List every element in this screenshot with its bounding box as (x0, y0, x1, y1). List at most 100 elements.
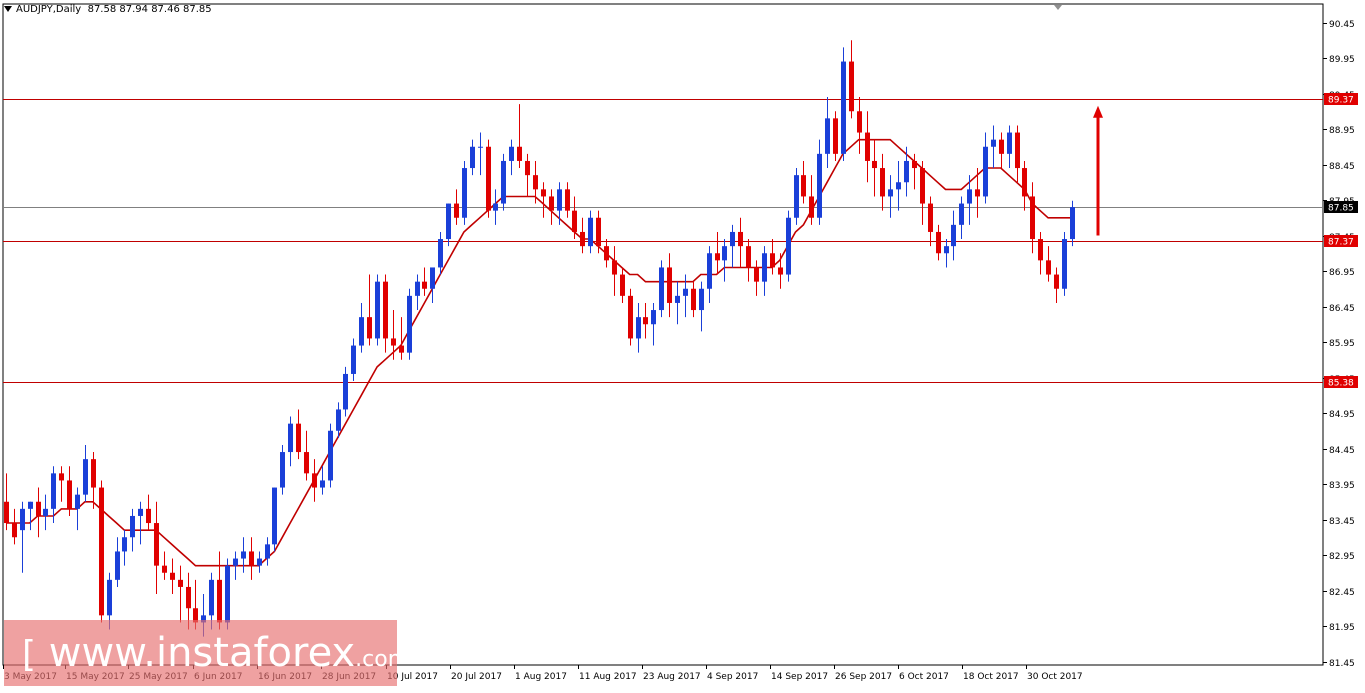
candle-body (896, 182, 901, 190)
candle-body (83, 459, 88, 495)
symbol-label: AUDJPY,Daily (16, 4, 82, 15)
candle-body (154, 523, 159, 566)
candle-body (722, 246, 727, 261)
candle-body (122, 537, 127, 552)
candle-body (1062, 239, 1067, 289)
candle-body (75, 494, 80, 509)
candle-body (91, 459, 96, 488)
candle-body (265, 544, 270, 559)
y-tick-label: 83.45 (1329, 517, 1355, 527)
y-tick-label: 84.45 (1329, 446, 1355, 456)
candle-body (170, 572, 175, 580)
y-tick-label: 82.45 (1329, 588, 1355, 598)
candle-body (565, 189, 570, 211)
candle-body (928, 203, 933, 232)
candle-body (936, 231, 941, 254)
candle-body (557, 189, 562, 211)
ohlc-values: 87.58 87.94 87.46 87.85 (87, 4, 212, 15)
candle-body (225, 565, 230, 623)
level-label: 85.38 (1328, 379, 1354, 389)
candle-body (549, 196, 554, 211)
candle-body (178, 579, 183, 587)
candle-body (659, 267, 664, 311)
candle-body (1030, 196, 1035, 240)
x-tick-label: 23 Aug 2017 (643, 672, 701, 682)
candle-body (186, 586, 191, 609)
candle-body (115, 551, 120, 580)
candle-body (343, 373, 348, 410)
candle-body (904, 160, 909, 183)
chart-menu-triangle-icon[interactable] (4, 6, 12, 12)
candle-body (249, 551, 254, 566)
candle-body (541, 189, 546, 197)
candle-body (351, 345, 356, 374)
candle-body (643, 317, 648, 325)
candle-body (817, 153, 822, 218)
y-tick-label: 84.95 (1329, 410, 1355, 420)
candle-body (138, 508, 143, 516)
x-tick-label: 20 Jul 2017 (451, 672, 502, 682)
candle-body (596, 217, 601, 247)
y-tick-label: 83.95 (1329, 481, 1355, 491)
candle-body (438, 239, 443, 268)
candle-body (272, 487, 277, 545)
candle-body (422, 281, 427, 289)
chart-header: AUDJPY,Daily 87.58 87.94 87.46 87.85 (4, 4, 212, 15)
candle-body (699, 288, 704, 311)
candle-body (20, 508, 25, 531)
candle-body (628, 295, 633, 339)
candle-body (1070, 207, 1075, 240)
candle-body (999, 139, 1004, 154)
y-axis: 90.4589.9589.4588.9588.4587.9587.4586.95… (1323, 20, 1358, 669)
candle-body (983, 146, 988, 197)
candle-body (1007, 132, 1012, 154)
candle-body (865, 132, 870, 161)
current-price-label: 87.85 (1328, 204, 1354, 214)
x-tick-label: 26 Sep 2017 (835, 672, 892, 682)
level-label: 87.37 (1328, 238, 1354, 248)
candle-body (359, 317, 364, 346)
candle-body (470, 146, 475, 169)
candle-body (667, 267, 672, 303)
candle-body (880, 168, 885, 197)
y-tick-label: 89.95 (1329, 55, 1355, 65)
candle-body (967, 189, 972, 204)
candle-body (841, 61, 846, 154)
watermark-text: www.instaforex (36, 630, 356, 676)
candle-body (959, 203, 964, 225)
candle-body (857, 111, 862, 133)
y-tick-label: 88.45 (1329, 162, 1355, 172)
candle-body (99, 487, 104, 616)
candle-body (296, 423, 301, 453)
price-chart[interactable]: 90.4589.9589.4588.9588.4587.9587.4586.95… (0, 0, 1365, 689)
candle-body (794, 175, 799, 218)
candle-body (407, 295, 412, 353)
candle-body (1015, 132, 1020, 169)
candle-body (920, 168, 925, 204)
candle-body (612, 260, 617, 275)
candle-body (762, 253, 767, 282)
candle-body (778, 267, 783, 275)
y-tick-label: 86.95 (1329, 268, 1355, 278)
candle-body (786, 217, 791, 275)
y-tick-label: 88.95 (1329, 126, 1355, 136)
x-tick-label: 11 Aug 2017 (579, 672, 637, 682)
candle-body (951, 224, 956, 247)
x-tick-label: 4 Sep 2017 (707, 672, 758, 682)
candle-body (257, 558, 262, 566)
candle-body (1022, 168, 1027, 197)
candle-body (51, 473, 56, 509)
candle-body (383, 281, 388, 339)
candle-body (486, 146, 491, 211)
candle-body (675, 295, 680, 303)
candle-body (28, 501, 33, 509)
candle-body (746, 246, 751, 268)
y-tick-label: 81.95 (1329, 623, 1355, 633)
x-tick-label: 1 Aug 2017 (515, 672, 567, 682)
candle-body (636, 317, 641, 339)
candle-body (809, 196, 814, 218)
candle-body (4, 501, 9, 524)
candle-body (849, 61, 854, 112)
candle-body (1046, 260, 1051, 275)
level-label: 89.37 (1328, 96, 1354, 106)
